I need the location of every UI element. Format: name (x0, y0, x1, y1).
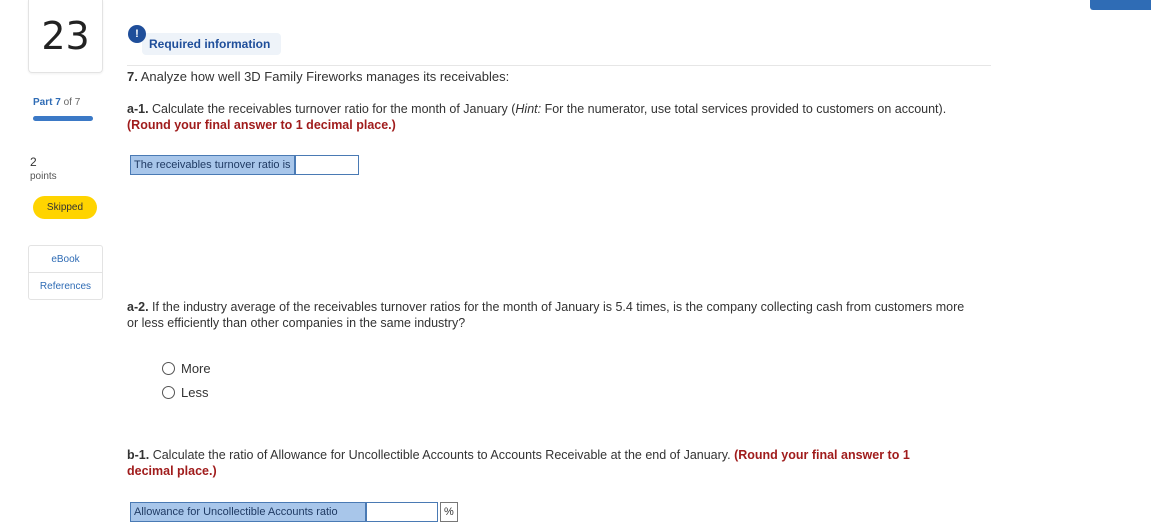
part-indicator: Part 7 of 7 (33, 97, 80, 108)
part-a1-prompt: a-1. Calculate the receivables turnover … (127, 101, 977, 133)
resource-links: eBook References (28, 245, 103, 300)
check-my-work-button[interactable] (1090, 0, 1151, 10)
radio-button-more[interactable] (162, 362, 175, 375)
alert-icon: ! (128, 25, 146, 43)
part-a1-instruction: (Round your final answer to 1 decimal pl… (127, 118, 396, 132)
ebook-link[interactable]: eBook (29, 246, 102, 272)
part-a1-label: a-1. (127, 102, 149, 116)
divider (127, 65, 991, 66)
receivables-turnover-input[interactable] (294, 155, 359, 175)
hint-text: For the numerator, use total services pr… (541, 102, 947, 116)
points-label: points (30, 171, 57, 182)
part-progress-fill (33, 116, 93, 121)
question-title-text: Analyze how well 3D Family Fireworks man… (137, 69, 510, 84)
required-information-banner[interactable]: Required information (142, 33, 282, 55)
points-value: 2 (30, 155, 37, 169)
part-progress-bar (33, 116, 93, 121)
part-total: of 7 (60, 97, 81, 108)
part-current: Part 7 (33, 97, 61, 108)
part-a2-label: a-2. (127, 300, 149, 314)
part-a1-answer-row: The receivables turnover ratio is (130, 155, 359, 175)
part-a2-prompt: a-2. If the industry average of the rece… (127, 299, 977, 331)
part-b1-label: b-1. (127, 448, 150, 462)
allowance-ratio-input[interactable] (366, 502, 438, 522)
part-b1-answer-row: Allowance for Uncollectible Accounts rat… (130, 502, 458, 522)
required-information-label: Required information (149, 37, 271, 51)
option-more[interactable]: More (162, 361, 211, 376)
radio-button-less[interactable] (162, 386, 175, 399)
question-title: 7. Analyze how well 3D Family Fireworks … (127, 69, 509, 84)
option-less[interactable]: Less (162, 385, 208, 400)
question-number: 23 (28, 0, 103, 73)
part-a2-text: If the industry average of the receivabl… (127, 300, 965, 330)
percent-unit: % (440, 502, 458, 522)
question-title-number: 7. (127, 69, 138, 84)
allowance-ratio-label: Allowance for Uncollectible Accounts rat… (130, 502, 366, 522)
hint-label: Hint: (515, 102, 542, 116)
option-more-label: More (181, 361, 211, 376)
references-link[interactable]: References (29, 272, 102, 299)
status-badge: Skipped (33, 196, 97, 219)
option-less-label: Less (181, 385, 209, 400)
part-b1-prompt: b-1. Calculate the ratio of Allowance fo… (127, 447, 947, 479)
part-a1-text: Calculate the receivables turnover ratio… (148, 102, 516, 116)
receivables-turnover-label: The receivables turnover ratio is (130, 155, 295, 175)
part-b1-text: Calculate the ratio of Allowance for Unc… (149, 448, 735, 462)
